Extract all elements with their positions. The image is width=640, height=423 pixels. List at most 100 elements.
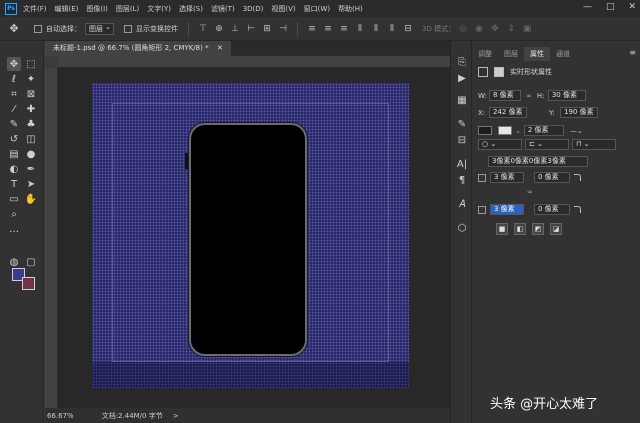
marquee-icon[interactable]: ⬚ xyxy=(24,57,38,71)
document-tab[interactable]: 未标题-1.psd @ 66.7% (圆角矩形 2, CMYK/8) * ✕ xyxy=(45,41,231,56)
eraser-icon[interactable]: ◫ xyxy=(24,132,38,146)
distribute-bottom-icon[interactable]: ≡ xyxy=(338,23,350,35)
tab-channels[interactable]: 通道 xyxy=(550,47,576,61)
adjustments-icon[interactable]: ⊟ xyxy=(455,133,469,147)
hand-icon[interactable]: ✋ xyxy=(24,192,38,206)
distribute-left-icon[interactable]: ⦀ xyxy=(354,23,366,35)
panel-menu-icon[interactable]: ≡ xyxy=(629,48,636,57)
distribute-vcenter-icon[interactable]: ≡ xyxy=(322,23,334,35)
align-bottom-icon[interactable]: ⊥ xyxy=(229,23,241,35)
height-field[interactable]: 30 像素 xyxy=(547,90,586,101)
glyphs-icon[interactable]: 𝐴 xyxy=(455,197,469,211)
y-field[interactable]: 190 像素 xyxy=(560,107,598,118)
corner-bl-box[interactable] xyxy=(478,205,486,214)
stroke-caps-dropdown[interactable]: ⊏ ⌄ xyxy=(525,139,569,150)
maximize-icon[interactable]: □ xyxy=(606,2,615,12)
corner-tr-field[interactable]: 0 像素 xyxy=(534,172,570,183)
character-icon[interactable]: A| xyxy=(455,157,469,171)
align-left-icon[interactable]: ⊢ xyxy=(245,23,257,35)
healing-icon[interactable]: ✚ xyxy=(24,102,38,116)
combine-shapes-icon[interactable]: ■ xyxy=(496,223,508,235)
lasso-icon[interactable]: ℓ xyxy=(7,72,21,86)
tab-adjustments[interactable]: 调整 xyxy=(472,47,498,61)
ruler-vertical[interactable] xyxy=(45,68,58,408)
close-tab-icon[interactable]: ✕ xyxy=(217,44,223,52)
paragraph-icon[interactable]: ¶ xyxy=(455,173,469,187)
artboard[interactable] xyxy=(92,83,409,388)
corner-tl-box[interactable] xyxy=(478,173,486,182)
crop-icon[interactable]: ⌗ xyxy=(7,87,21,101)
exclude-shapes-icon[interactable]: ◪ xyxy=(550,223,562,235)
menu-select[interactable]: 选择(S) xyxy=(179,4,203,14)
stroke-width-field[interactable]: 2 像素 xyxy=(523,125,564,136)
menu-filter[interactable]: 滤镜(T) xyxy=(211,4,235,14)
menu-type[interactable]: 文字(Y) xyxy=(147,4,171,14)
align-top-icon[interactable]: ⊤ xyxy=(197,23,209,35)
background-color-swatch[interactable] xyxy=(22,277,35,290)
history-icon[interactable]: ⎘ xyxy=(455,55,469,69)
eyedropper-icon[interactable]: ⁄ xyxy=(7,102,21,116)
canvas-area[interactable] xyxy=(58,68,450,408)
more-tools-icon[interactable]: … xyxy=(7,222,21,236)
distribute-hcenter-icon[interactable]: ⦀ xyxy=(370,23,382,35)
align-vcenter-icon[interactable]: ⊕ xyxy=(213,23,225,35)
stroke-align-dropdown[interactable]: ○ ⌄ xyxy=(478,139,522,150)
menu-edit[interactable]: 编辑(E) xyxy=(55,4,79,14)
auto-align-icon[interactable]: ⊟ xyxy=(402,23,414,35)
ruler-horizontal[interactable] xyxy=(58,56,450,68)
minimize-icon[interactable]: — xyxy=(583,2,592,12)
quick-mask-icon[interactable]: ◍ xyxy=(7,255,21,269)
rectangle-icon[interactable]: ▭ xyxy=(7,192,21,206)
zoom-icon[interactable]: ⌕ xyxy=(7,207,21,221)
mask-icon[interactable] xyxy=(494,67,504,77)
corner-br-field[interactable]: 0 像素 xyxy=(534,204,570,215)
frame-icon[interactable]: ⊠ xyxy=(24,87,38,101)
auto-select-dropdown[interactable]: 图层 xyxy=(85,22,114,35)
tab-layers[interactable]: 图层 xyxy=(498,47,524,61)
intersect-shapes-icon[interactable]: ◩ xyxy=(532,223,544,235)
stroke-corners-dropdown[interactable]: ⊓ ⌄ xyxy=(572,139,616,150)
path-select-icon[interactable]: ➤ xyxy=(24,177,38,191)
history-brush-icon[interactable]: ↺ xyxy=(7,132,21,146)
gradient-icon[interactable]: ▤ xyxy=(7,147,21,161)
distribute-top-icon[interactable]: ≡ xyxy=(306,23,318,35)
menu-3d[interactable]: 3D(D) xyxy=(243,5,264,13)
brush-icon[interactable]: ✎ xyxy=(7,117,21,131)
fill-swatch[interactable] xyxy=(478,126,492,135)
phone-side-button[interactable] xyxy=(185,153,188,169)
stroke-swatch[interactable] xyxy=(498,126,512,135)
menu-window[interactable]: 窗口(W) xyxy=(304,4,330,14)
stamp-icon[interactable]: ♣ xyxy=(24,117,38,131)
zoom-level[interactable]: 66.67% xyxy=(47,412,74,420)
width-field[interactable]: 8 像素 xyxy=(489,90,521,101)
blur-icon[interactable]: ● xyxy=(24,147,38,161)
move-icon[interactable]: ✥ xyxy=(7,57,21,71)
corner-bl-field[interactable]: 3 像素 xyxy=(490,204,524,215)
brush-settings-icon[interactable]: ✎ xyxy=(455,117,469,131)
type-icon[interactable]: T xyxy=(7,177,21,191)
move-tool-icon[interactable]: ✥ xyxy=(0,17,28,41)
corner-tl-field[interactable]: 3 像素 xyxy=(490,172,524,183)
corner-radius-all-field[interactable]: 3像素0像素0像素3像素 xyxy=(488,156,588,167)
screen-mode-icon[interactable]: ▢ xyxy=(24,255,38,269)
show-transform-checkbox[interactable] xyxy=(124,24,132,33)
actions-play-icon[interactable]: ▶ xyxy=(455,71,469,85)
status-expand-icon[interactable]: > xyxy=(173,412,179,420)
swatches-icon[interactable]: ▦ xyxy=(455,93,469,107)
corner-link-icon[interactable]: ∞ xyxy=(527,188,533,196)
align-right-icon[interactable]: ⊣ xyxy=(277,23,289,35)
link-icon[interactable]: ∞ xyxy=(526,92,532,100)
stroke-type-icon[interactable]: —⌄ xyxy=(570,127,583,135)
menu-view[interactable]: 视图(V) xyxy=(271,4,295,14)
auto-select-checkbox[interactable] xyxy=(34,24,42,33)
menu-file[interactable]: 文件(F) xyxy=(23,4,47,14)
tab-properties[interactable]: 属性 xyxy=(524,47,550,61)
subtract-shapes-icon[interactable]: ◧ xyxy=(514,223,526,235)
pen-icon[interactable]: ✒ xyxy=(24,162,38,176)
align-hcenter-icon[interactable]: ⊞ xyxy=(261,23,273,35)
menu-image[interactable]: 图像(I) xyxy=(86,4,108,14)
menu-help[interactable]: 帮助(H) xyxy=(338,4,363,14)
menu-layer[interactable]: 图层(L) xyxy=(116,4,139,14)
3d-panel-icon[interactable]: ⬡ xyxy=(455,221,469,235)
close-icon[interactable]: ✕ xyxy=(628,2,636,12)
